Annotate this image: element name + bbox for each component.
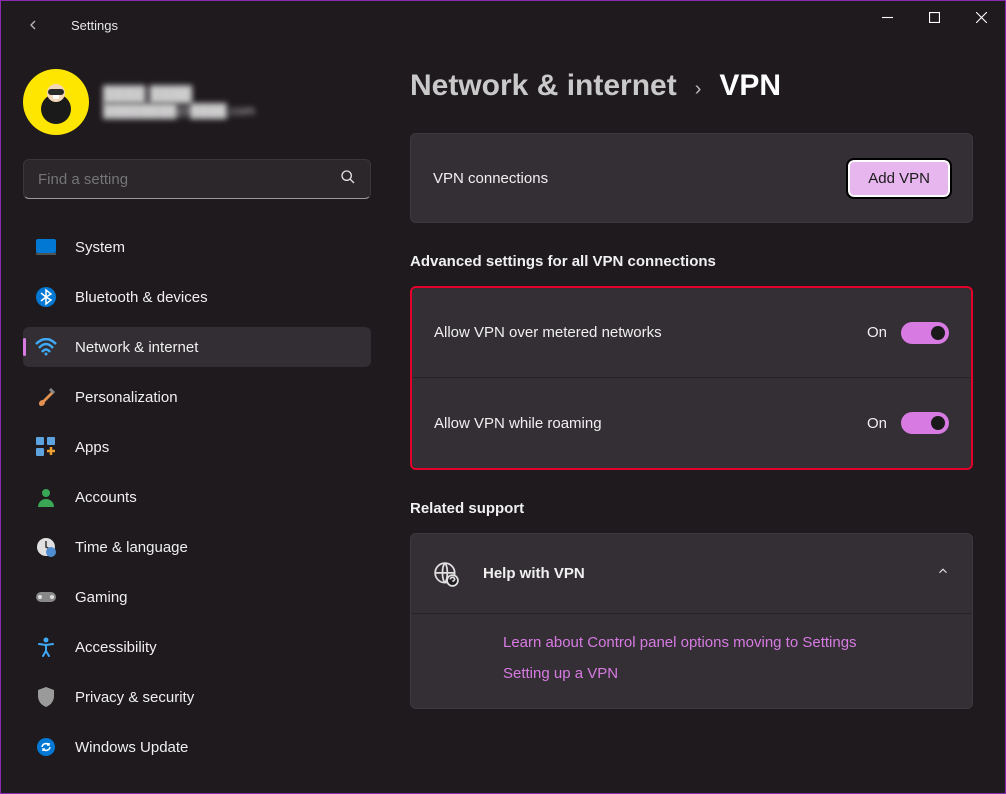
titlebar: Settings [1,1,1005,49]
update-icon [35,736,57,758]
sidebar-item-label: System [75,239,125,256]
profile-text: ████ ████ ████████@████.com [103,86,255,118]
support-link-setting-up-vpn[interactable]: Setting up a VPN [503,665,950,682]
help-with-vpn-title: Help with VPN [483,565,912,582]
support-link-control-panel[interactable]: Learn about Control panel options moving… [503,634,950,651]
nav-list: System Bluetooth & devices Network & int… [23,227,380,767]
advanced-settings-highlight: Allow VPN over metered networks On Allow… [410,286,973,470]
wifi-icon [35,336,57,358]
allow-vpn-metered-toggle[interactable] [901,322,949,344]
help-with-vpn-header[interactable]: Help with VPN [411,534,972,614]
help-with-vpn-card: Help with VPN Learn about Control panel … [410,533,973,709]
add-vpn-button[interactable]: Add VPN [848,160,950,197]
back-button[interactable] [23,15,43,35]
profile-name: ████ ████ [103,86,255,103]
sidebar: ████ ████ ████████@████.com System Bluet… [1,49,396,793]
sidebar-item-time[interactable]: Time & language [23,527,371,567]
sidebar-item-gaming[interactable]: Gaming [23,577,371,617]
sidebar-item-label: Personalization [75,389,178,406]
breadcrumb-parent[interactable]: Network & internet [410,69,677,103]
profile-email: ████████@████.com [103,103,255,118]
clock-globe-icon [35,536,57,558]
sidebar-item-network[interactable]: Network & internet [23,327,371,367]
sidebar-item-label: Accessibility [75,639,157,656]
chevron-up-icon [936,564,950,583]
window-controls [864,1,1005,33]
search-input[interactable] [38,171,340,188]
avatar [23,69,89,135]
related-support-heading: Related support [410,500,973,517]
display-icon [35,236,57,258]
allow-vpn-roaming-toggle[interactable] [901,412,949,434]
sidebar-item-label: Windows Update [75,739,188,756]
breadcrumb: Network & internet › VPN [410,69,973,103]
allow-vpn-metered-row: Allow VPN over metered networks On [412,288,971,378]
sidebar-item-bluetooth[interactable]: Bluetooth & devices [23,277,371,317]
globe-help-icon [433,561,459,587]
search-box[interactable] [23,159,371,199]
allow-vpn-metered-label: Allow VPN over metered networks [434,324,867,341]
sidebar-item-apps[interactable]: Apps [23,427,371,467]
bluetooth-icon [35,286,57,308]
sidebar-item-accounts[interactable]: Accounts [23,477,371,517]
allow-vpn-roaming-label: Allow VPN while roaming [434,415,867,432]
sidebar-item-update[interactable]: Windows Update [23,727,371,767]
close-button[interactable] [958,1,1005,33]
sidebar-item-label: Apps [75,439,109,456]
vpn-connections-row: VPN connections Add VPN [411,134,972,222]
allow-vpn-roaming-row: Allow VPN while roaming On [412,378,971,468]
advanced-heading: Advanced settings for all VPN connection… [410,253,973,270]
sidebar-item-personalization[interactable]: Personalization [23,377,371,417]
profile-block[interactable]: ████ ████ ████████@████.com [23,69,380,135]
sidebar-item-label: Time & language [75,539,188,556]
sidebar-item-privacy[interactable]: Privacy & security [23,677,371,717]
sidebar-item-accessibility[interactable]: Accessibility [23,627,371,667]
person-icon [35,486,57,508]
sidebar-item-label: Network & internet [75,339,198,356]
search-icon [340,169,356,190]
toggle-state-text: On [867,415,887,432]
sidebar-item-label: Privacy & security [75,689,194,706]
paintbrush-icon [35,386,57,408]
window-title: Settings [71,18,118,33]
chevron-right-icon: › [695,78,702,101]
accessibility-icon [35,636,57,658]
breadcrumb-current: VPN [719,69,781,103]
vpn-connections-card: VPN connections Add VPN [410,133,973,223]
sidebar-item-label: Bluetooth & devices [75,289,208,306]
shield-icon [35,686,57,708]
sidebar-item-label: Gaming [75,589,128,606]
maximize-button[interactable] [911,1,958,33]
toggle-state-text: On [867,324,887,341]
gamepad-icon [35,586,57,608]
support-links: Learn about Control panel options moving… [411,614,972,708]
vpn-connections-label: VPN connections [433,170,848,187]
apps-icon [35,436,57,458]
sidebar-item-system[interactable]: System [23,227,371,267]
minimize-button[interactable] [864,1,911,33]
sidebar-item-label: Accounts [75,489,137,506]
main-content: Network & internet › VPN VPN connections… [396,49,1005,793]
